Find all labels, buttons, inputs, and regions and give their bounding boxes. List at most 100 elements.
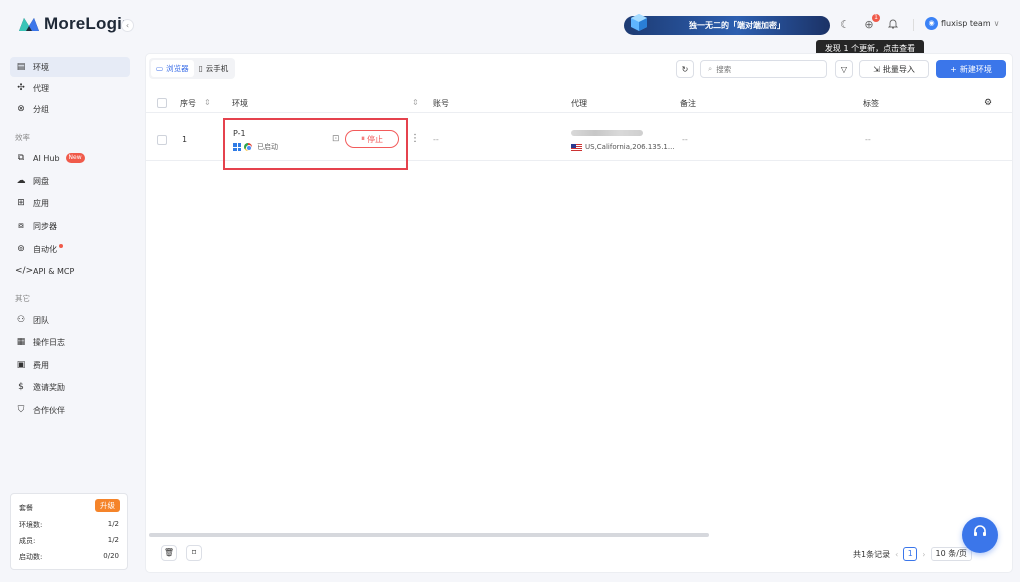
sidebar-item-env[interactable]: ▤ 环境 [10, 57, 130, 77]
new-badge: New [65, 153, 85, 163]
prev-page-icon[interactable]: ‹ [895, 550, 898, 559]
proxy-text: US,California,206.135.1... [585, 143, 675, 151]
sidebar-item-partner[interactable]: ⛉ 合作伙伴 [10, 400, 130, 420]
next-page-icon[interactable]: › [922, 550, 925, 559]
trash-icon[interactable]: 🗑 [161, 545, 177, 561]
upgrade-button[interactable]: 升级 [95, 499, 120, 512]
sidebar-item-team[interactable]: ⚇ 团队 [10, 310, 130, 330]
sidebar-item-ai-hub[interactable]: ⧉ AI Hub New [10, 148, 130, 168]
button-label: 停止 [367, 134, 383, 144]
sidebar-item-label: AI Hub [33, 153, 60, 163]
phone-icon: ▯ [198, 64, 203, 73]
row-index: 1 [182, 135, 188, 144]
button-label: 新建环境 [959, 64, 992, 74]
sort-icon[interactable]: ⇕ [204, 98, 211, 107]
batch-import-button[interactable]: ⇲ 批量导入 [859, 60, 929, 78]
cloud-icon: ☁ [16, 176, 26, 186]
page-number[interactable]: 1 [903, 547, 918, 561]
search-field[interactable] [716, 64, 807, 74]
partner-icon: ⛉ [17, 405, 25, 415]
chevron-left-icon: ‹ [125, 21, 130, 30]
sidebar-item-label: 分组 [33, 104, 49, 114]
tab-label: 云手机 [205, 64, 229, 73]
refresh-button[interactable]: ↻ [676, 60, 694, 78]
plan-row-label: 环境数: [19, 521, 43, 529]
col-tag: 标签 [863, 99, 879, 108]
sidebar-item-referral[interactable]: $ 邀请奖励 [10, 377, 130, 397]
device-tabs: ▭ 浏览器 ▯ 云手机 [149, 58, 236, 79]
sidebar-item-billing[interactable]: ▣ 费用 [10, 355, 130, 375]
more-icon[interactable]: ⋮ [410, 133, 420, 144]
header-divider [913, 19, 914, 31]
sidebar-item-automation[interactable]: ⊚ 自动化 [10, 239, 130, 259]
total-records: 共1条记录 [853, 549, 891, 559]
sidebar-item-proxy[interactable]: ✣ 代理 [10, 78, 130, 98]
stop-button[interactable]: ⏸ 停止 [345, 130, 399, 148]
logo[interactable]: MoreLogin [18, 14, 133, 34]
logo-text: MoreLogin [44, 14, 133, 33]
sidebar-item-label: 团队 [33, 315, 49, 325]
apps-icon: ⊞ [17, 198, 25, 208]
team-switcher[interactable]: ◉ fluxisp team ∨ [925, 17, 999, 30]
bell-icon[interactable] [886, 18, 900, 32]
col-account: 账号 [433, 99, 449, 108]
tag-value: -- [865, 135, 871, 144]
per-page-select[interactable]: 10 条/页 [930, 547, 972, 561]
team-icon: ⚇ [16, 315, 26, 325]
plan-row: 启动数: 0/20 [19, 552, 119, 562]
col-env: 环境 [232, 99, 248, 108]
sort-icon[interactable]: ⇕ [412, 98, 419, 107]
sidebar-item-label: 自动化 [33, 244, 57, 254]
filter-button[interactable]: ▽ [835, 60, 853, 78]
team-avatar: ◉ [925, 17, 938, 30]
notification-dot [59, 243, 63, 248]
bookmark-icon[interactable]: ⌑ [186, 545, 202, 561]
robot-icon: ⊚ [17, 244, 25, 254]
search-input[interactable]: ⌕ [700, 60, 827, 78]
sidebar-item-api[interactable]: </> API & MCP [10, 261, 130, 281]
row-checkbox[interactable] [157, 135, 167, 145]
notification-badge: 1 [872, 14, 880, 22]
sidebar-item-apps[interactable]: ⊞ 应用 [10, 193, 130, 213]
button-label: 批量导入 [882, 64, 915, 74]
pause-icon: ⏸ [361, 134, 365, 143]
support-headset-icon[interactable] [962, 517, 998, 553]
sidebar-item-group[interactable]: ⊗ 分组 [10, 99, 130, 119]
plan-title: 套餐 [19, 504, 33, 512]
promo-banner[interactable]: 独一无二的「端对端加密」 [624, 14, 830, 35]
collapse-sidebar-button[interactable]: ‹ [121, 19, 134, 32]
code-icon: </> [15, 266, 34, 276]
dark-mode-icon[interactable]: ☾ [838, 18, 852, 32]
file-icon: ▤ [16, 62, 26, 72]
horizontal-scrollbar[interactable] [149, 533, 709, 537]
sidebar-item-label: 同步器 [33, 221, 57, 231]
proxy-icon: ✣ [17, 83, 25, 93]
sidebar-item-logs[interactable]: ▦ 操作日志 [10, 332, 130, 352]
import-icon: ⇲ [873, 64, 880, 74]
chevron-down-icon: ∨ [993, 19, 1000, 28]
sidebar-item-label: 合作伙伴 [33, 405, 65, 415]
new-env-button[interactable]: + 新建环境 [936, 60, 1006, 78]
pagination: 共1条记录 ‹ 1 › 10 条/页 [853, 547, 972, 561]
sidebar-item-sync[interactable]: ⧇ 同步器 [10, 216, 130, 236]
plan-card: 套餐 升级 环境数: 1/2 成员: 1/2 启动数: 0/20 [10, 493, 128, 570]
select-all-checkbox[interactable] [157, 98, 167, 108]
us-flag-icon [571, 143, 582, 151]
tab-cloud-phone[interactable]: ▯ 云手机 [194, 60, 234, 77]
settings-gear-icon[interactable]: ⚙ [984, 98, 992, 108]
sidebar-item-cloud-drive[interactable]: ☁ 网盘 [10, 171, 130, 191]
sidebar-item-label: 网盘 [33, 176, 49, 186]
nav-group-efficiency: 效率 [15, 133, 30, 142]
sidebar-item-label: 环境 [33, 62, 49, 72]
col-index[interactable]: 序号 [180, 98, 196, 109]
plan-row-value: 1/2 [107, 536, 119, 544]
sidebar-item-label: 应用 [33, 198, 49, 208]
col-proxy: 代理 [571, 99, 587, 108]
sidebar: ▤ 环境 ✣ 代理 ⊗ 分组 效率 ⧉ AI Hub New ☁ 网盘 ⊞ 应用… [0, 50, 140, 582]
group-icon: ⊗ [17, 104, 25, 114]
dollar-icon: $ [18, 382, 24, 392]
nav-group-other: 其它 [15, 294, 30, 303]
plus-icon: + [950, 64, 957, 74]
sidebar-item-label: API & MCP [33, 266, 75, 276]
tab-browser[interactable]: ▭ 浏览器 [151, 60, 194, 77]
